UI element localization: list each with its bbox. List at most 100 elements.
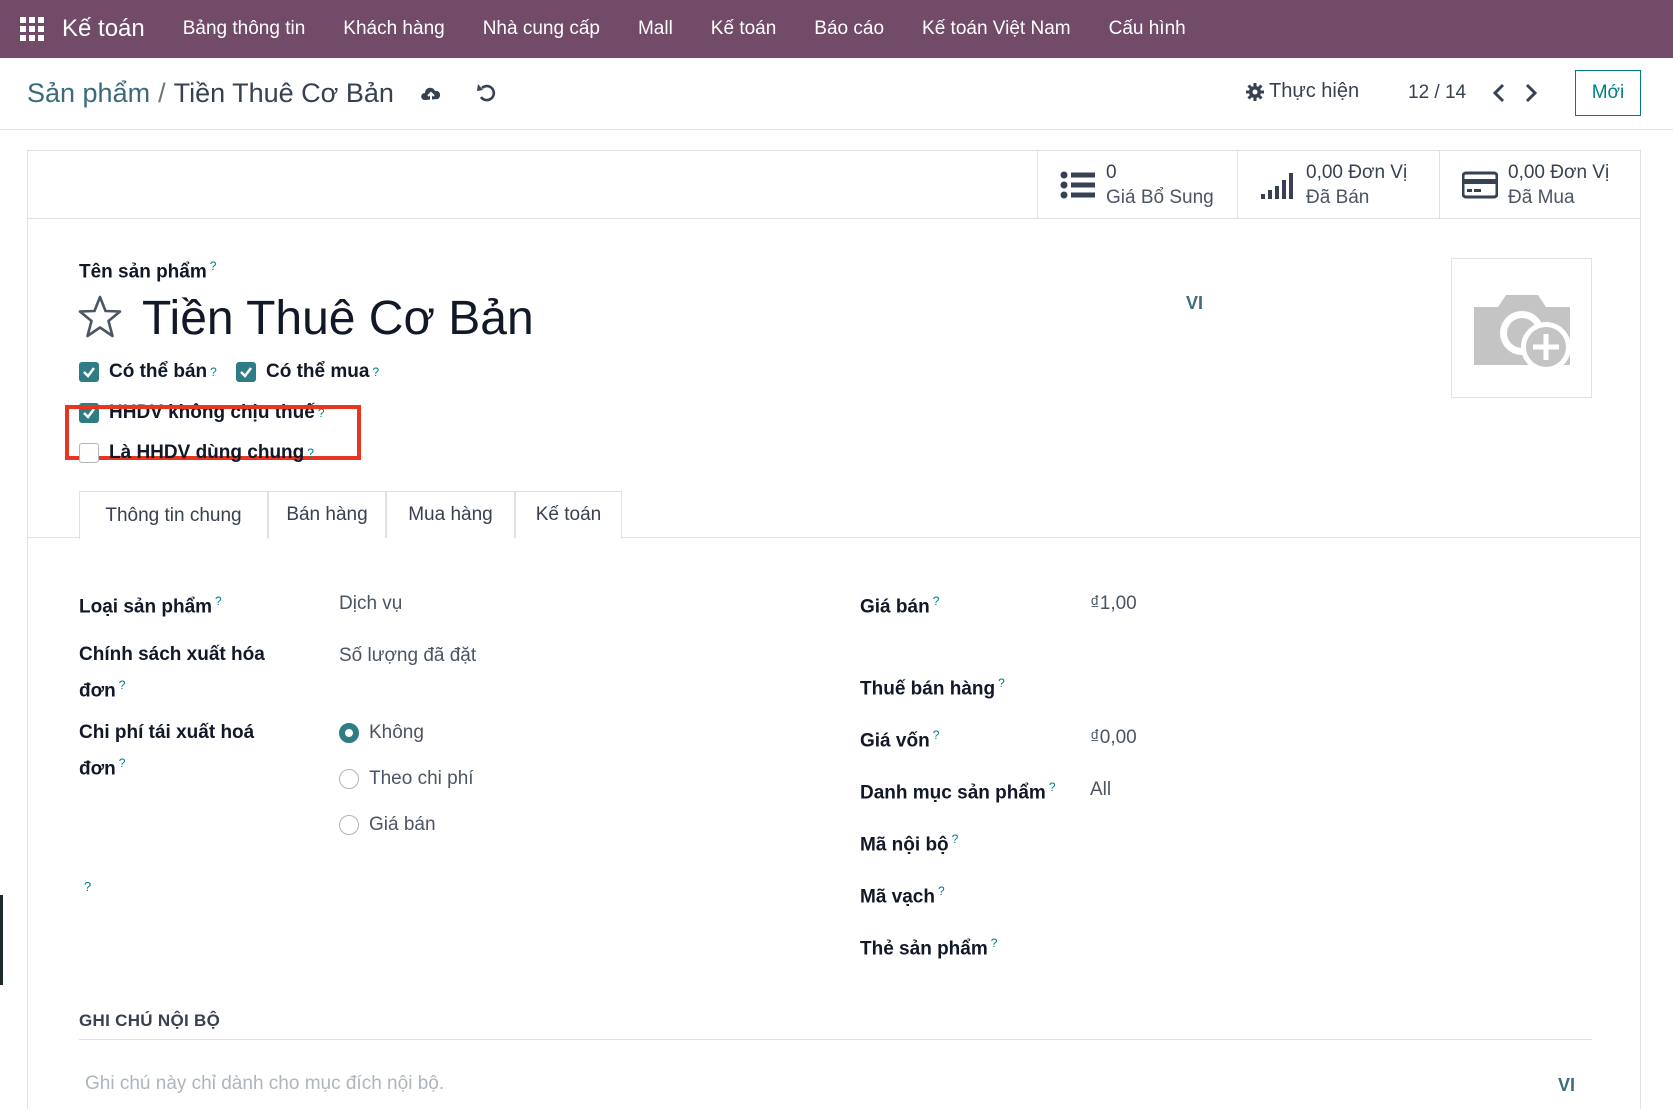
product-image-upload[interactable]	[1451, 258, 1592, 398]
tab-accounting[interactable]: Kế toán	[515, 491, 622, 538]
action-label: Thực hiện	[1269, 80, 1360, 102]
smart-button-box: 0 Giá Bổ Sung 0,00 Đơn Vị Đã Bán 0,00 Đơ…	[28, 151, 1640, 219]
menu-accounting[interactable]: Kế toán	[711, 18, 777, 40]
sold-label: Đã Bán	[1306, 186, 1370, 208]
list-icon	[1060, 171, 1095, 198]
star-icon[interactable]	[77, 294, 123, 340]
menu-customers[interactable]: Khách hàng	[343, 18, 444, 40]
can-be-purchased-checkbox[interactable]: Có thể mua?	[236, 361, 379, 383]
barcode-label: Mã vạch?	[860, 876, 945, 912]
help-tooltip[interactable]: ?	[210, 365, 217, 379]
menu-dashboard[interactable]: Bảng thông tin	[183, 18, 306, 40]
sale-price-label: Giá bán?	[860, 586, 939, 622]
sale-price-input[interactable]: ₫1,00	[1090, 593, 1137, 615]
shared-service-label: Là HHDV dùng chung	[109, 442, 305, 463]
reinvoice-label-line2: đơn	[79, 758, 116, 780]
chevron-left-icon[interactable]	[1490, 82, 1508, 104]
checkbox-checked-icon[interactable]	[236, 362, 256, 382]
invoice-policy-label: Chính sách xuất hóa đơn?	[79, 639, 265, 706]
invoice-policy-select[interactable]: Số lượng đã đặt	[339, 645, 476, 667]
menu-mall[interactable]: Mall	[638, 18, 673, 40]
help-tooltip[interactable]: ?	[952, 832, 959, 846]
extra-prices-value: 0	[1106, 161, 1117, 183]
product-tags-label-text: Thẻ sản phẩm	[860, 938, 988, 960]
sale-tax-label: Thuế bán hàng?	[860, 668, 1005, 704]
invoice-policy-label-line2: đơn	[79, 680, 116, 702]
product-tags-label: Thẻ sản phẩm?	[860, 928, 997, 964]
reinvoice-radio-sales-price[interactable]: Giá bán	[339, 814, 436, 836]
product-type-select[interactable]: Dịch vụ	[339, 593, 402, 615]
app-brand[interactable]: Kế toán	[62, 15, 145, 43]
help-tooltip[interactable]: ?	[119, 678, 126, 692]
apps-menu-icon[interactable]	[20, 17, 44, 41]
cloud-upload-icon[interactable]	[418, 80, 444, 106]
radio-selected-icon[interactable]	[339, 723, 359, 743]
cost-label: Giá vốn?	[860, 720, 939, 756]
undo-icon[interactable]	[474, 80, 500, 106]
camera-add-icon	[1474, 295, 1571, 372]
product-name-label: Tên sản phẩm?	[79, 259, 216, 283]
breadcrumb-products[interactable]: Sản phẩm	[27, 78, 150, 108]
divider	[79, 1039, 1592, 1040]
gear-icon	[1246, 82, 1264, 101]
internal-ref-label-text: Mã nội bộ	[860, 834, 949, 856]
product-type-label-text: Loại sản phẩm	[79, 596, 213, 618]
help-tooltip[interactable]: ?	[933, 728, 940, 742]
barcode-label-text: Mã vạch	[860, 886, 935, 908]
help-tooltip[interactable]: ?	[372, 365, 379, 379]
menu-reports[interactable]: Báo cáo	[814, 18, 884, 40]
help-tooltip[interactable]: ?	[307, 446, 314, 460]
menu-configuration[interactable]: Cấu hình	[1109, 18, 1186, 40]
help-tooltip[interactable]: ?	[1049, 780, 1056, 794]
help-tooltip[interactable]: ?	[215, 594, 222, 608]
credit-card-icon	[1462, 171, 1498, 198]
menu-vendors[interactable]: Nhà cung cấp	[483, 18, 600, 40]
reinvoice-radio-cost[interactable]: Theo chi phí	[339, 768, 474, 790]
help-tooltip[interactable]: ?	[991, 936, 998, 950]
tab-purchase[interactable]: Mua hàng	[386, 491, 515, 538]
notes-translate-button[interactable]: VI	[1558, 1075, 1575, 1096]
internal-ref-label: Mã nội bộ?	[860, 824, 958, 860]
can-be-purchased-label: Có thể mua	[266, 361, 370, 382]
breadcrumb-separator: /	[158, 78, 166, 108]
form-sheet: 0 Giá Bổ Sung 0,00 Đơn Vị Đã Bán 0,00 Đơ…	[27, 150, 1641, 1109]
internal-notes-input[interactable]: Ghi chú này chỉ dành cho mục đích nội bộ…	[85, 1073, 444, 1095]
cost-input[interactable]: ₫0,00	[1090, 727, 1137, 749]
help-tooltip[interactable]: ?	[119, 756, 126, 770]
tab-general-info[interactable]: Thông tin chung	[79, 491, 268, 539]
extra-prices-button[interactable]: 0 Giá Bổ Sung	[1037, 151, 1237, 218]
help-tooltip[interactable]: ?	[84, 879, 91, 894]
invoice-policy-label-line1: Chính sách xuất hóa	[79, 644, 265, 665]
help-tooltip[interactable]: ?	[933, 594, 940, 608]
radio-unselected-icon[interactable]	[339, 815, 359, 835]
radio-unselected-icon[interactable]	[339, 769, 359, 789]
reinvoice-label: Chi phí tái xuất hoá đơn?	[79, 717, 254, 784]
product-name-input[interactable]: Tiền Thuê Cơ Bản	[142, 291, 534, 346]
help-tooltip[interactable]: ?	[210, 259, 217, 273]
reinvoice-option-label: Giá bán	[369, 814, 436, 835]
purchased-button[interactable]: 0,00 Đơn Vị Đã Mua	[1439, 151, 1640, 218]
checkbox-checked-icon[interactable]	[79, 362, 99, 382]
shared-service-checkbox[interactable]: Là HHDV dùng chung?	[79, 442, 314, 464]
help-tooltip[interactable]: ?	[998, 676, 1005, 690]
control-panel: Sản phẩm / Tiền Thuê Cơ Bản Thực hiện 12 /…	[0, 58, 1673, 130]
purchased-value: 0,00 Đơn Vị	[1508, 161, 1610, 183]
new-button[interactable]: Mới	[1575, 70, 1641, 116]
reinvoice-option-label: Không	[369, 722, 424, 743]
help-tooltip[interactable]: ?	[938, 884, 945, 898]
checkbox-unchecked-icon[interactable]	[79, 443, 99, 463]
can-be-sold-checkbox[interactable]: Có thể bán?	[79, 361, 217, 383]
notebook-tabs: Thông tin chung Bán hàng Mua hàng Kế toá…	[28, 491, 1640, 539]
pager-value[interactable]: 12 / 14	[1408, 82, 1466, 104]
category-select[interactable]: All	[1090, 779, 1111, 801]
breadcrumb: Sản phẩm / Tiền Thuê Cơ Bản	[27, 78, 394, 109]
action-menu-button[interactable]: Thực hiện	[1246, 80, 1359, 103]
product-name-label-text: Tên sản phẩm	[79, 261, 207, 283]
menu-vn-accounting[interactable]: Kế toán Việt Nam	[922, 18, 1071, 40]
reinvoice-radio-no[interactable]: Không	[339, 722, 424, 744]
translate-button[interactable]: VI	[1186, 293, 1203, 314]
can-be-sold-label: Có thể bán	[109, 361, 208, 382]
tab-sales[interactable]: Bán hàng	[268, 491, 386, 538]
sold-button[interactable]: 0,00 Đơn Vị Đã Bán	[1237, 151, 1439, 218]
chevron-right-icon[interactable]	[1522, 82, 1540, 104]
